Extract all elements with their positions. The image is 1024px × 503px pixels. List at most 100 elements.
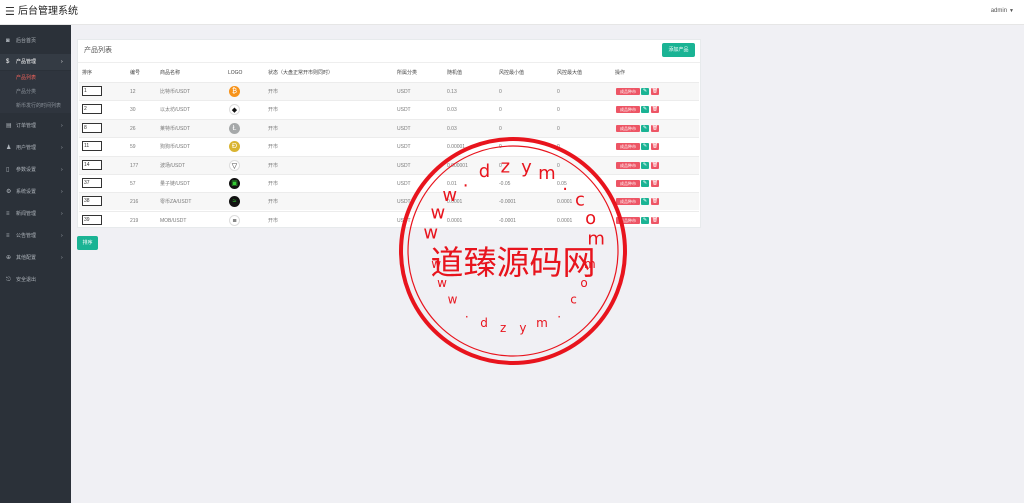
sidebar-item-1[interactable]: $ 产品管理 › [0,54,71,70]
add-product-button[interactable]: 添加产品 [662,43,695,57]
edit-icon[interactable]: ✎ [641,161,649,169]
delete-icon[interactable]: 🗑 [651,198,659,206]
risk-min-value: 0 [499,144,502,151]
sort-order-input[interactable] [82,86,102,96]
sidebar-item-4[interactable]: ▯ 参数设置 › [0,162,71,178]
edit-icon[interactable]: ✎ [641,143,649,151]
product-status: 开市 [268,107,279,114]
sidebar-subitem-0[interactable]: 产品列表 [0,71,71,85]
column-header: 操作 [615,70,626,76]
delete-icon[interactable]: 🗑 [651,124,659,132]
stamp-bottom-url-char: . [465,306,469,320]
bitcoin-logo: ₿ [229,86,240,97]
risk-min-value: -0.0001 [499,199,516,206]
follow-market-button[interactable]: 成品种市 [616,161,640,169]
order-icon: ▤ [6,123,12,129]
product-status: 开市 [268,199,279,206]
edit-icon[interactable]: ✎ [641,88,649,95]
chevron-right-icon: › [61,211,63,217]
sidebar-subitem-2[interactable]: 新币发行的时间列表 [0,99,71,113]
qtum-logo: ▣ [229,178,240,189]
follow-market-button[interactable]: 成品种市 [616,124,640,132]
edit-icon[interactable]: ✎ [641,124,649,132]
product-id: 30 [130,107,136,114]
risk-min-value: 0 [499,107,502,114]
delete-icon[interactable]: 🗑 [651,161,659,169]
hamburger-menu-icon[interactable]: ☰ [5,6,15,18]
stamp-bottom-url-char: z [500,321,506,335]
column-header: 所属分类 [397,70,418,76]
sidebar-item-0[interactable]: ◙ 后台首页 [0,33,71,49]
stamp-bottom-url-char: w [448,293,458,307]
product-name: 零币ZA/USDT [160,199,192,206]
stamp-bottom-url-char: w [431,257,441,271]
stamp-bottom-url-char: m [584,257,596,271]
product-id: 216 [130,199,139,206]
follow-market-button[interactable]: 成品种市 [616,143,640,151]
chevron-right-icon: › [61,189,63,195]
product-name: 量子链/USDT [160,181,191,187]
edit-icon[interactable]: ✎ [641,216,649,224]
dashboard-icon: ◙ [6,38,10,44]
chevron-right-icon: › [61,59,63,65]
dogecoin-logo: Ð [229,141,240,153]
product-icon: $ [6,59,10,65]
delete-icon[interactable]: 🗑 [651,106,659,114]
delete-icon[interactable]: 🗑 [651,216,659,224]
sort-order-input[interactable] [82,196,102,207]
sidebar-item-5[interactable]: ⚙ 系统设置 › [0,184,71,200]
sidebar-item-6[interactable]: ≡ 新闻管理 › [0,206,71,222]
edit-icon[interactable]: ✎ [641,180,649,187]
product-category: USDT [397,181,411,187]
sidebar-item-2[interactable]: ▤ 订单管理 › [0,118,71,134]
delete-icon[interactable]: 🗑 [651,143,659,151]
gear-icon: ⚙ [6,189,12,195]
risk-max-value: 0 [557,144,560,151]
follow-market-button[interactable]: 成品种市 [616,106,640,114]
stamp-bottom-url-char: d [480,316,488,330]
column-header: 状态（大盘正常开市则同时） [268,70,334,76]
news-icon: ≡ [6,211,10,217]
sidebar-item-3[interactable]: ♟ 用户管理 › [0,140,71,156]
follow-market-button[interactable]: 成品种市 [616,180,640,187]
column-header: LOGO [228,70,243,76]
delete-icon[interactable]: 🗑 [651,180,659,187]
risk-max-value: 0.0001 [557,217,573,224]
product-name: 比特币/USDT [160,89,191,95]
sort-order-input[interactable] [82,159,102,170]
risk-min-value: 0 [499,89,502,95]
delete-icon[interactable]: 🗑 [651,88,659,95]
product-list-panel: 产品列表 添加产品 排序 编号 商品名称 LOGO 状态（大盘正常开市则同时） 所属分类 随… [77,39,701,228]
sidebar-subitem-1[interactable]: 产品分类 [0,85,71,99]
user-icon: ♟ [6,145,12,151]
follow-market-button[interactable]: 成品种市 [616,198,640,206]
chevron-down-icon: ▼ [1009,8,1014,14]
stamp-bottom-url-char: y [519,321,526,335]
sidebar-item-7[interactable]: ≡ 公告管理 › [0,228,71,244]
sort-order-input[interactable] [82,141,102,152]
sort-order-input[interactable] [82,214,102,225]
edit-icon[interactable]: ✎ [641,106,649,114]
stamp-bottom-url-char: c [570,293,577,307]
follow-market-button[interactable]: 成品种市 [616,216,640,224]
sidebar-item-8[interactable]: ⊕ 其他配置 › [0,250,71,266]
product-id: 26 [130,125,136,132]
follow-market-button[interactable]: 成品种市 [616,88,640,95]
sort-button[interactable]: 排序 [77,236,98,250]
sidebar-item-label: 参数设置 [16,167,37,173]
table-row: 216 零币ZA/USDT ≈ 开市 USDT 0.0001 -0.0001 0.0001 成品… [79,192,699,211]
sidebar-subitem-label: 新币发行的时间列表 [16,103,62,109]
globe-icon: ⊕ [6,255,12,261]
sidebar-item-label: 其他配置 [16,255,37,261]
edit-icon[interactable]: ✎ [641,198,649,206]
product-category: USDT [397,89,411,95]
zen-logo: ≈ [229,196,240,208]
sidebar-item-label: 产品管理 [16,59,37,65]
sort-order-input[interactable] [82,104,102,115]
sort-order-input[interactable] [82,122,102,133]
product-name: 莱特币/USDT [160,125,191,132]
table-row: 177 波场/USDT ▽ 开市 USDT 0.000001 0 0 成品种市✎🗑 [79,155,699,174]
user-menu[interactable]: admin ▼ [991,8,1014,14]
sidebar-item-9[interactable]: ⎋ 安全退出 [0,272,71,288]
sort-order-input[interactable] [82,178,102,188]
